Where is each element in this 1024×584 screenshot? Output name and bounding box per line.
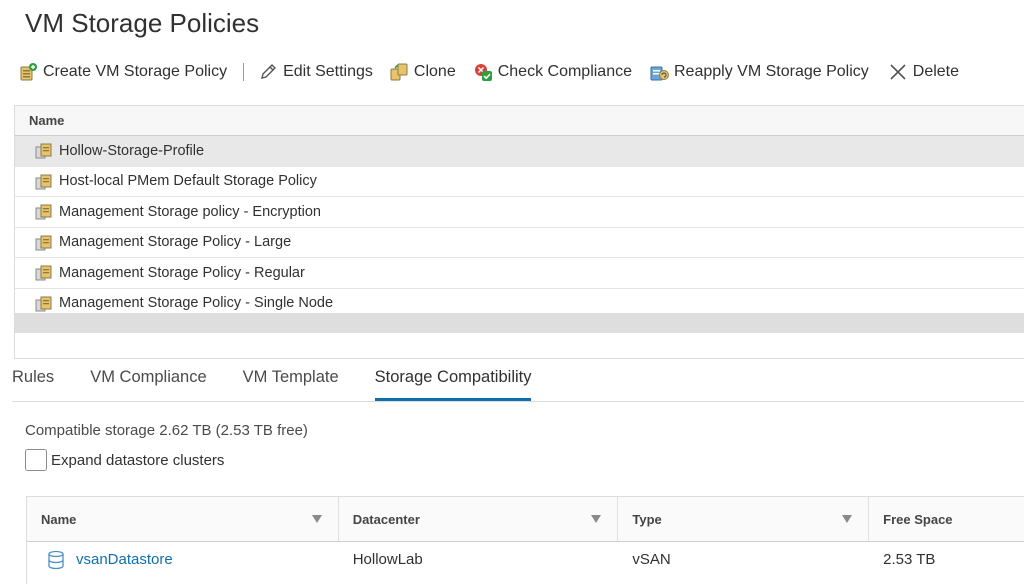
tabs-divider: [12, 401, 1024, 402]
column-header-label: Type: [632, 512, 662, 527]
column-header-name[interactable]: Name: [15, 106, 1024, 136]
toolbar: Create VM Storage Policy Edit Settings C…: [18, 58, 959, 86]
policy-name: Management Storage Policy - Large: [59, 234, 292, 251]
free-space-cell: 2.53 TB: [883, 551, 936, 568]
reapply-icon: [649, 62, 669, 82]
storage-policy-icon: [35, 295, 52, 312]
expand-clusters-label: Expand datastore clusters: [51, 451, 225, 469]
delete-button[interactable]: Delete: [888, 58, 959, 86]
column-header-label: Name: [41, 512, 77, 527]
create-policy-icon: [18, 62, 38, 82]
storage-policy-icon: [35, 142, 52, 159]
tab-vm-template[interactable]: VM Template: [243, 365, 339, 401]
close-icon: [888, 62, 908, 82]
policy-name: Management Storage policy - Encryption: [59, 203, 321, 220]
policy-name: Management Storage Policy - Regular: [59, 264, 305, 281]
clone-icon: [389, 62, 409, 82]
delete-label: Delete: [912, 63, 960, 80]
column-header-label: Free Space: [883, 512, 953, 527]
tab-storage-compatibility[interactable]: Storage Compatibility: [374, 365, 532, 401]
check-compliance-button[interactable]: Check Compliance: [473, 58, 632, 86]
datastore-name-cell: vsanDatastore: [27, 542, 339, 582]
column-header-free-space[interactable]: Free Space: [869, 497, 1024, 541]
storage-policy-icon: [35, 203, 52, 220]
policy-row[interactable]: Hollow-Storage-Profile: [15, 136, 1024, 167]
compatible-storage-summary: Compatible storage 2.62 TB (2.53 TB free…: [25, 422, 308, 439]
column-header-datacenter[interactable]: Datacenter: [339, 497, 619, 541]
table-header: Name Datacenter Type Free Space: [27, 497, 1024, 542]
create-policy-label: Create VM Storage Policy: [43, 63, 228, 80]
policy-name: Host-local PMem Default Storage Policy: [59, 173, 317, 190]
reapply-policy-label: Reapply VM Storage Policy: [674, 63, 869, 80]
detail-tabs: Rules VM Compliance VM Template Storage …: [12, 365, 567, 403]
policy-row[interactable]: Management Storage policy - Encryption: [15, 197, 1024, 228]
check-compliance-label: Check Compliance: [497, 63, 632, 80]
datacenter-cell: HollowLab: [352, 551, 423, 568]
create-policy-button[interactable]: Create VM Storage Policy: [18, 58, 227, 86]
column-header-label: Datacenter: [352, 512, 420, 527]
tab-rules[interactable]: Rules: [12, 365, 54, 401]
datastore-icon: [47, 550, 65, 570]
filter-icon[interactable]: [311, 515, 322, 523]
expand-clusters-checkbox[interactable]: [25, 449, 47, 471]
storage-policy-icon: [35, 234, 52, 251]
edit-settings-label: Edit Settings: [283, 63, 373, 80]
policy-row[interactable]: Management Storage Policy - Single Node: [15, 289, 1024, 313]
check-compliance-icon: [473, 62, 493, 82]
policy-row[interactable]: Management Storage Policy - Large: [15, 228, 1024, 258]
storage-policy-icon: [35, 173, 52, 190]
policy-row[interactable]: Management Storage Policy - Regular: [15, 258, 1024, 289]
column-header-name[interactable]: Name: [27, 497, 339, 541]
policy-row[interactable]: Host-local PMem Default Storage Policy: [15, 167, 1024, 197]
toolbar-divider: [243, 63, 245, 81]
table-row[interactable]: vsanDatastore HollowLab vSAN 2.53 TB: [27, 542, 1024, 582]
datastore-name: vsanDatastore: [76, 551, 173, 568]
edit-settings-button[interactable]: Edit Settings: [258, 58, 373, 86]
reapply-policy-button[interactable]: Reapply VM Storage Policy: [649, 58, 869, 86]
expand-clusters-control: Expand datastore clusters: [25, 449, 224, 471]
filter-icon[interactable]: [591, 515, 602, 523]
grid-scrollbar[interactable]: [15, 312, 1024, 333]
datastore-table: Name Datacenter Type Free Space vsanData…: [26, 496, 1024, 584]
policy-list: Name Hollow-Storage-Profile Host-local P…: [14, 105, 1024, 359]
policy-name: Hollow-Storage-Profile: [59, 142, 205, 159]
clone-button[interactable]: Clone: [389, 58, 456, 86]
page-title: VM Storage Policies: [25, 8, 260, 38]
column-header-type[interactable]: Type: [618, 497, 870, 541]
tab-vm-compliance[interactable]: VM Compliance: [90, 365, 206, 401]
datastore-link[interactable]: vsanDatastore: [47, 546, 339, 574]
storage-policy-icon: [35, 264, 52, 281]
type-cell: vSAN: [632, 551, 671, 568]
filter-icon[interactable]: [842, 515, 853, 523]
clone-label: Clone: [413, 63, 456, 80]
policy-name: Management Storage Policy - Single Node: [59, 294, 334, 311]
pencil-icon: [258, 62, 278, 82]
